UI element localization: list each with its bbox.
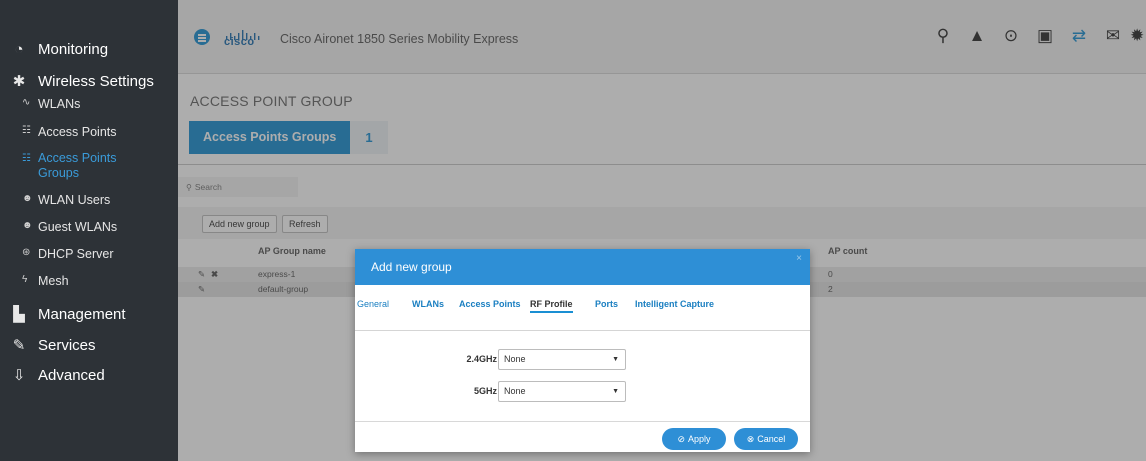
download-tray-icon: ⇩	[12, 367, 26, 384]
users-icon: ☻	[22, 220, 33, 231]
sidebar-item-label: Wireless Settings	[38, 72, 154, 90]
rf-5ghz-select[interactable]: None ▼	[498, 381, 626, 402]
sidebar-item-wireless-settings[interactable]: ✱ Wireless Settings	[10, 72, 154, 91]
dashboard-icon: ◔	[14, 41, 24, 58]
management-icon: ▙	[13, 306, 25, 323]
sidebar-item-label: Advanced	[38, 366, 105, 384]
sidebar-item-monitoring[interactable]: ◔ Monitoring	[10, 41, 108, 58]
sidebar-item-advanced[interactable]: ⇩ Advanced	[10, 366, 105, 385]
sidebar-item-wlan-users[interactable]: ☻ WLAN Users	[22, 193, 110, 207]
access-point-icon: ☷	[22, 125, 31, 136]
sidebar-item-access-points[interactable]: ☷ Access Points	[22, 125, 117, 139]
gear-icon: ✱	[12, 73, 26, 90]
tab-general[interactable]: General	[357, 299, 389, 309]
wrench-icon: ✎	[12, 337, 26, 354]
chevron-down-icon: ▼	[612, 356, 619, 363]
close-icon[interactable]: ×	[796, 253, 802, 265]
rf-24ghz-select[interactable]: None ▼	[498, 349, 626, 370]
sidebar-item-wlans[interactable]: ∿ WLANs	[22, 97, 80, 111]
users-icon: ☻	[22, 193, 33, 204]
sidebar-item-label: Management	[38, 305, 126, 323]
check-circle-icon: ⊘	[677, 434, 686, 444]
sidebar-item-mesh[interactable]: ϟ Mesh	[22, 274, 69, 288]
sidebar-item-guest-wlans[interactable]: ☻ Guest WLANs	[22, 220, 117, 234]
field-5ghz: 5GHz None ▼	[355, 381, 810, 403]
tab-wlans[interactable]: WLANs	[412, 299, 444, 309]
add-group-dialog: Add new group × General WLANs Access Poi…	[355, 249, 810, 452]
sidebar-item-access-points-groups[interactable]: ☷ Access Points Groups	[22, 151, 162, 181]
tab-rf-profile[interactable]: RF Profile	[530, 299, 573, 313]
dialog-title: Add new group	[371, 260, 452, 274]
apply-button[interactable]: ⊘ Apply	[662, 428, 726, 450]
wifi-icon: ∿	[22, 97, 31, 108]
sidebar: ◔ Monitoring ✱ Wireless Settings ∿ WLANs…	[0, 0, 178, 461]
dialog-footer: ⊘ Apply ⊗ Cancel	[355, 421, 810, 452]
access-point-icon: ☷	[22, 153, 31, 164]
field-24ghz: 2.4GHz None ▼	[355, 349, 810, 371]
sidebar-item-dhcp-server[interactable]: ⊛ DHCP Server	[22, 247, 113, 261]
field-label: 5GHz	[473, 386, 497, 396]
sidebar-item-label: Services	[38, 336, 96, 354]
sidebar-item-management[interactable]: ▙ Management	[10, 305, 126, 324]
sidebar-item-services[interactable]: ✎ Services	[10, 336, 96, 355]
tab-ports[interactable]: Ports	[595, 299, 618, 309]
cancel-button[interactable]: ⊗ Cancel	[734, 428, 798, 450]
tab-access-points[interactable]: Access Points	[459, 299, 521, 309]
mesh-icon: ϟ	[22, 274, 28, 285]
sidebar-item-label: Monitoring	[38, 41, 109, 58]
field-label: 2.4GHz	[466, 354, 497, 364]
chevron-down-icon: ▼	[612, 388, 619, 395]
dhcp-icon: ⊛	[22, 247, 31, 258]
dialog-tabs: General WLANs Access Points RF Profile P…	[355, 285, 810, 331]
dialog-header: Add new group ×	[355, 249, 810, 285]
tab-intelligent-capture[interactable]: Intelligent Capture	[635, 299, 714, 309]
cancel-circle-icon: ⊗	[746, 434, 755, 444]
